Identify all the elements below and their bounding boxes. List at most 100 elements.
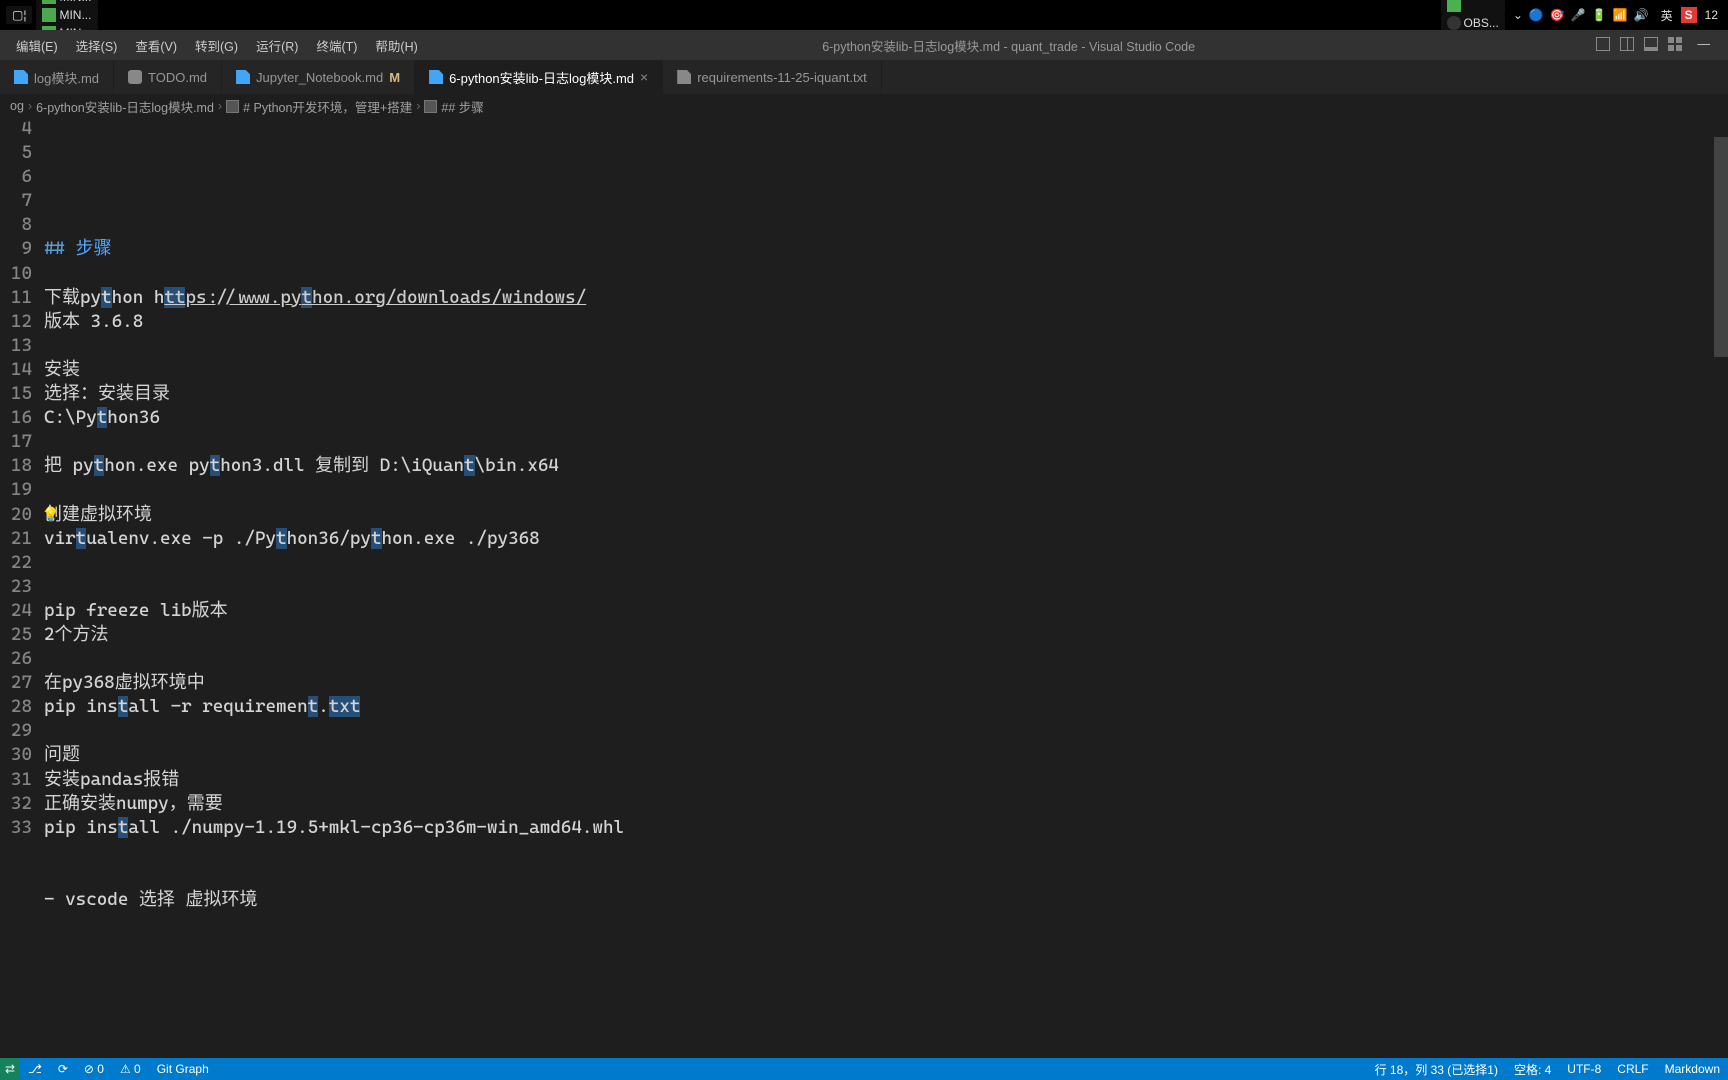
- menu-item[interactable]: 编辑(E): [8, 32, 66, 59]
- remote-button[interactable]: ⇄: [0, 1058, 20, 1080]
- code-line[interactable]: virtualenv.exe -p ./Python36/python.exe …: [44, 527, 1728, 551]
- code-line[interactable]: 在py368虚拟环境中: [44, 671, 1728, 695]
- lightbulb-icon[interactable]: 💡: [42, 503, 59, 527]
- code-line[interactable]: [44, 478, 1728, 502]
- md-heading-text: 步骤: [76, 238, 112, 259]
- layout-split-icon[interactable]: [1620, 37, 1634, 54]
- code-line[interactable]: [44, 430, 1728, 454]
- status-sync[interactable]: ⟳: [50, 1058, 76, 1080]
- code-line[interactable]: [44, 840, 1728, 864]
- menu-item[interactable]: 选择(S): [68, 32, 126, 59]
- editor[interactable]: 4567891011121314151617181920212223242526…: [0, 117, 1728, 1058]
- breadcrumb-item[interactable]: og: [10, 99, 24, 113]
- status-gitgraph[interactable]: Git Graph: [149, 1058, 217, 1080]
- code-text: pip ins: [44, 696, 118, 717]
- code-line[interactable]: 安装: [44, 358, 1728, 382]
- status-indent[interactable]: 空格: 4: [1506, 1061, 1559, 1078]
- taskbar-label: MIN...: [59, 8, 91, 22]
- tray-sys-icon[interactable]: 📶: [1613, 8, 1628, 22]
- menu-item[interactable]: 运行(R): [248, 32, 306, 59]
- breadcrumb[interactable]: og › 6-python安装lib-日志log模块.md › # Python…: [0, 95, 1728, 117]
- tray-sys-icon[interactable]: 🔋: [1592, 8, 1607, 22]
- code-line[interactable]: [44, 864, 1728, 888]
- code-link[interactable]: t: [301, 287, 312, 308]
- breadcrumb-item[interactable]: 6-python安装lib-日志log模块.md: [36, 97, 214, 116]
- status-warnings[interactable]: ⚠ 0: [112, 1058, 149, 1080]
- code-line[interactable]: pip install -r requirement.txt: [44, 695, 1728, 719]
- code-line[interactable]: 选择：安装目录: [44, 382, 1728, 406]
- code-line[interactable]: pip freeze lib版本: [44, 599, 1728, 623]
- status-encoding[interactable]: UTF-8: [1559, 1061, 1609, 1078]
- file-icon: [677, 70, 691, 84]
- menu-item[interactable]: 帮助(H): [367, 32, 425, 59]
- code-text: t: [118, 696, 129, 717]
- code-line[interactable]: [44, 551, 1728, 575]
- code-line[interactable]: [44, 575, 1728, 599]
- tray-sys-icon[interactable]: ⌄: [1513, 8, 1523, 22]
- taskbar-item[interactable]: MIN...: [36, 6, 98, 24]
- layout-grid-icon[interactable]: [1668, 37, 1682, 54]
- code-text: [44, 552, 55, 573]
- status-language[interactable]: Markdown: [1657, 1061, 1728, 1078]
- taskbar-label: MIN...: [59, 0, 91, 4]
- taskbar-clock[interactable]: 12: [1701, 8, 1722, 22]
- taskbar-lang[interactable]: 英: [1657, 7, 1677, 24]
- code-line[interactable]: - vscode 选择 虚拟环境: [44, 888, 1728, 912]
- tab[interactable]: TODO.md: [114, 60, 222, 94]
- code-text: [44, 865, 55, 886]
- tray-sys-icon[interactable]: 🔵: [1529, 8, 1544, 22]
- code-text: \bin.x64: [475, 455, 559, 476]
- code-line[interactable]: 安装pandas报错: [44, 768, 1728, 792]
- code-line[interactable]: 问题: [44, 743, 1728, 767]
- line-number: 4: [0, 117, 32, 141]
- code-line[interactable]: C:\Python36: [44, 406, 1728, 430]
- code-line[interactable]: 把 python.exe python3.dll 复制到 D:\iQuant\b…: [44, 454, 1728, 478]
- code-line[interactable]: [44, 334, 1728, 358]
- title-bar: 编辑(E)选择(S)查看(V)转到(G)运行(R)终端(T)帮助(H) 6-py…: [0, 30, 1728, 60]
- tray-sys-icon[interactable]: 🔊: [1634, 8, 1649, 22]
- code-line[interactable]: 下载python https://www.python.org/download…: [44, 286, 1728, 310]
- tray-item[interactable]: [1441, 0, 1505, 14]
- code-link[interactable]: tt: [164, 287, 185, 308]
- code-line[interactable]: [44, 262, 1728, 286]
- code-line[interactable]: 2个方法: [44, 623, 1728, 647]
- taskbar-app-icon[interactable]: S: [1681, 7, 1697, 23]
- line-number: 27: [0, 671, 32, 695]
- code-line[interactable]: pip install ./numpy-1.19.5+mkl-cp36-cp36…: [44, 816, 1728, 840]
- layout-single-icon[interactable]: [1596, 37, 1610, 54]
- tab[interactable]: Jupyter_Notebook.mdM: [222, 60, 415, 94]
- code-line[interactable]: ## 步骤: [44, 237, 1728, 261]
- code-line[interactable]: 版本 3.6.8: [44, 310, 1728, 334]
- code-link[interactable]: hon.org/downloads/windows/: [312, 287, 586, 308]
- status-eol[interactable]: CRLF: [1609, 1061, 1656, 1078]
- editor-content[interactable]: ## 步骤 下载python https://www.python.org/do…: [44, 117, 1728, 1058]
- code-text: [44, 431, 55, 452]
- tab-close-icon[interactable]: ×: [640, 69, 648, 85]
- taskbar-start[interactable]: ▢¦: [6, 6, 32, 24]
- code-line[interactable]: 正确安装numpy，需要: [44, 792, 1728, 816]
- menu-item[interactable]: 转到(G): [187, 32, 246, 59]
- status-branch[interactable]: ⎇: [20, 1058, 50, 1080]
- menu-item[interactable]: 查看(V): [127, 32, 185, 59]
- code-link[interactable]: ps://www.py: [185, 287, 301, 308]
- tab-label: TODO.md: [148, 70, 207, 85]
- line-number: 25: [0, 623, 32, 647]
- code-line[interactable]: 💡创建虚拟环境: [44, 503, 1728, 527]
- breadcrumb-item[interactable]: ## 步骤: [441, 97, 483, 116]
- code-line[interactable]: [44, 647, 1728, 671]
- code-line[interactable]: [44, 719, 1728, 743]
- code-line[interactable]: [44, 213, 1728, 237]
- tray-sys-icon[interactable]: 🎯: [1550, 8, 1565, 22]
- code-line[interactable]: [44, 189, 1728, 213]
- layout-panel-icon[interactable]: [1644, 37, 1658, 54]
- breadcrumb-item[interactable]: # Python开发环境，管理+搭建: [243, 97, 412, 116]
- tab[interactable]: 6-python安装lib-日志log模块.md×: [415, 60, 663, 94]
- status-errors[interactable]: ⊘ 0: [76, 1058, 112, 1080]
- minimize-button[interactable]: —: [1692, 37, 1717, 54]
- tab[interactable]: requirements-11-25-iquant.txt: [663, 60, 882, 94]
- tray-sys-icon[interactable]: 🎤: [1571, 8, 1586, 22]
- tab[interactable]: log模块.md: [0, 60, 114, 94]
- tray-item[interactable]: OBS...: [1441, 14, 1505, 32]
- status-cursor-pos[interactable]: 行 18，列 33 (已选择1): [1367, 1061, 1506, 1078]
- menu-item[interactable]: 终端(T): [308, 32, 365, 59]
